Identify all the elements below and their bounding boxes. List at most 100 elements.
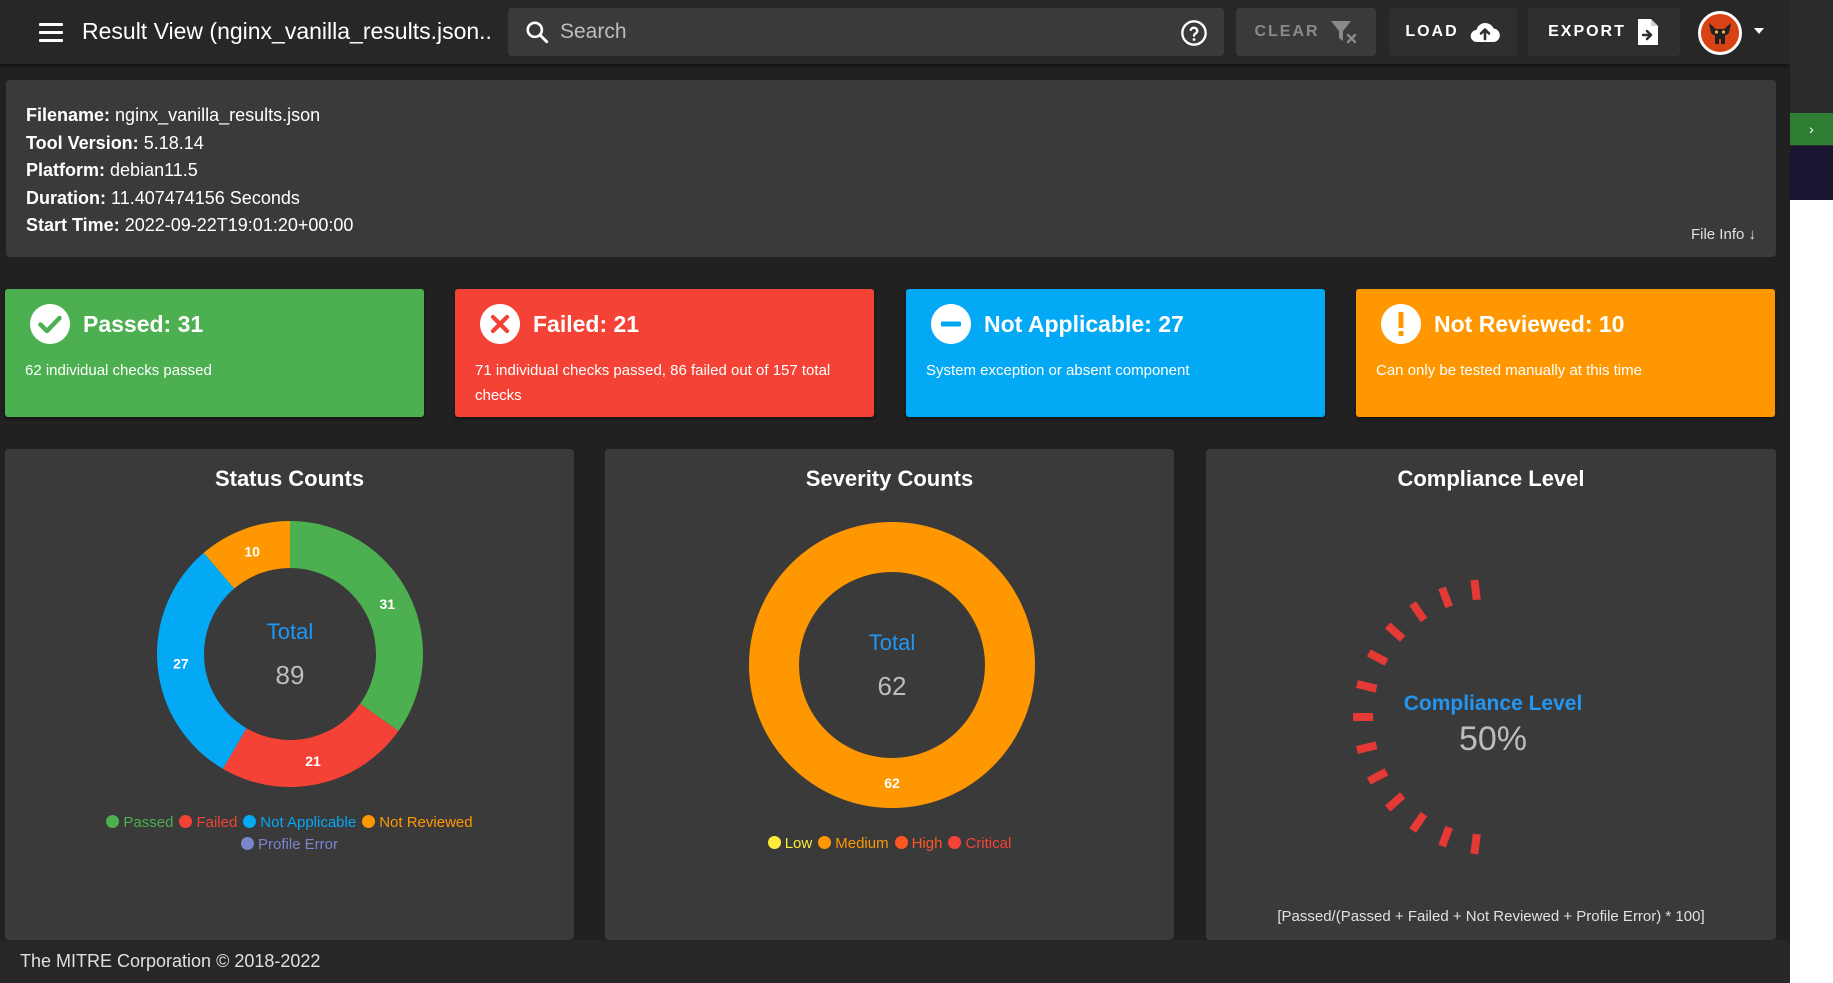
legend-dot (106, 815, 120, 828)
donut-center-value: 89 (276, 660, 305, 690)
not-applicable-card[interactable]: Not Applicable: 27 System exception or a… (906, 289, 1325, 417)
gauge-segment (1438, 825, 1453, 848)
not-reviewed-card[interactable]: Not Reviewed: 10 Can only be tested manu… (1356, 289, 1775, 417)
legend-item-critical[interactable]: Critical (948, 833, 1011, 855)
file-info-value: debian11.5 (110, 160, 198, 180)
donut-center-label: Total (267, 619, 313, 644)
legend-dot (948, 836, 962, 849)
legend-item-medium[interactable]: Medium (818, 833, 889, 855)
close-circle-icon (480, 304, 520, 344)
gauge-segment (1438, 586, 1453, 609)
failed-card-description: 71 individual checks passed, 86 failed o… (475, 362, 831, 404)
file-info-row-tool-version: Tool Version: 5.18.14 (26, 130, 353, 158)
file-info-toggle[interactable]: File Info ↓ (1691, 226, 1756, 243)
donut-slice-medium[interactable] (749, 522, 1035, 808)
status-donut-chart: 31 21 27 10 Total 89 (157, 521, 423, 787)
minus-circle-icon (931, 304, 971, 344)
file-info-label: Duration: (26, 187, 106, 208)
file-info-panel: Filename: nginx_vanilla_results.json Too… (6, 80, 1776, 257)
legend-item-profile-error[interactable]: Profile Error (240, 834, 339, 856)
compliance-formula: [Passed/(Passed + Failed + Not Reviewed … (1277, 908, 1705, 925)
clear-filters-button[interactable]: CLEAR (1236, 8, 1376, 56)
failed-card[interactable]: Failed: 21 71 individual checks passed, … (455, 289, 874, 417)
not-applicable-card-description: System exception or absent component (926, 362, 1190, 379)
severity-counts-panel: Severity Counts 62 Total 62 Low Medium High C… (605, 449, 1174, 940)
legend-label: Passed (123, 814, 174, 831)
file-info-row-duration: Duration: 11.407474156 Seconds (26, 185, 353, 213)
donut-center-label: Total (869, 630, 915, 655)
legend-label: Not Applicable (260, 814, 357, 831)
passed-card-description: 62 individual checks passed (25, 362, 212, 379)
legend-item-passed[interactable]: Passed (106, 812, 173, 834)
load-button[interactable]: LOAD (1389, 8, 1517, 56)
file-info-value: 11.407474156 Seconds (111, 187, 300, 208)
help-icon[interactable] (1180, 19, 1208, 47)
footer: The MITRE Corporation © 2018-2022 (0, 940, 1790, 983)
legend-dot (818, 836, 832, 849)
user-avatar[interactable] (1698, 11, 1742, 55)
file-info-value: nginx_vanilla_results.json (115, 105, 321, 125)
compliance-gauge: Compliance Level 50% (1353, 579, 1583, 855)
top-app-bar: Result View (nginx_vanilla_results.json.… (0, 0, 1790, 64)
legend-item-not-applicable[interactable]: Not Applicable (243, 812, 356, 834)
adjacent-window-edge: › (1790, 0, 1833, 200)
side-expand-button[interactable]: › (1790, 113, 1833, 145)
legend-label: Low (784, 835, 813, 852)
gauge-segment (1366, 768, 1389, 785)
gauge-segment (1409, 601, 1428, 623)
load-button-label: LOAD (1405, 23, 1459, 40)
file-info-label: Tool Version: (26, 132, 139, 153)
donut-slice-failed[interactable] (222, 703, 399, 787)
check-circle-icon (30, 304, 70, 344)
file-info-label: Filename: (26, 105, 111, 125)
passed-card[interactable]: Passed: 31 62 individual checks passed (5, 289, 424, 417)
donut-center-value: 62 (878, 671, 907, 701)
status-counts-panel: Status Counts 31 21 27 10 Total 89 Passed Fail… (5, 449, 574, 940)
gauge-segment (1385, 792, 1406, 812)
legend-item-high[interactable]: High (894, 833, 943, 855)
legend-dot (767, 836, 781, 849)
compliance-gauge-label: Compliance Level (1404, 692, 1583, 715)
hamburger-menu-icon[interactable] (32, 14, 70, 50)
legend-label: Medium (835, 835, 889, 852)
not-reviewed-card-description: Can only be tested manually at this time (1376, 362, 1642, 379)
search-input[interactable] (560, 18, 1120, 46)
file-info-value: 2022-09-22T19:01:20+00:00 (124, 215, 354, 235)
compliance-level-panel: Compliance Level Compliance Level 50% [Pa… (1206, 449, 1776, 940)
legend-dot (894, 836, 908, 849)
page-title: Result View (nginx_vanilla_results.json.… (82, 18, 492, 44)
footer-copyright: The MITRE Corporation © 2018-2022 (20, 951, 321, 971)
export-button[interactable]: EXPORT (1528, 8, 1680, 56)
severity-donut-chart: 62 Total 62 (749, 522, 1035, 808)
legend-label: Profile Error (257, 836, 339, 853)
search-bar (508, 8, 1224, 56)
donut-data-label: 31 (380, 596, 396, 612)
legend-item-failed[interactable]: Failed (179, 812, 237, 834)
legend-dot (362, 815, 376, 828)
status-legend: Passed Failed Not Applicable Not Reviewed Pr… (5, 812, 574, 856)
gauge-segment (1385, 622, 1406, 642)
gauge-segment (1356, 680, 1378, 693)
filter-remove-icon (1330, 21, 1356, 44)
legend-item-low[interactable]: Low (767, 833, 813, 855)
file-info-rows: Filename: nginx_vanilla_results.json Too… (26, 102, 353, 240)
gauge-segment (1470, 833, 1481, 855)
legend-label: Not Reviewed (379, 814, 473, 831)
cloud-upload-icon (1470, 22, 1500, 43)
app-window: Result View (nginx_vanilla_results.json.… (0, 0, 1790, 983)
alert-circle-icon (1381, 304, 1421, 344)
file-info-value: 5.18.14 (143, 132, 204, 153)
chevron-down-icon[interactable] (1754, 28, 1764, 34)
legend-item-not-reviewed[interactable]: Not Reviewed (362, 812, 473, 834)
export-button-label: EXPORT (1548, 23, 1626, 40)
search-icon (526, 21, 549, 44)
file-info-row-platform: Platform: debian11.5 (26, 157, 353, 185)
file-info-row-start-time: Start Time: 2022-09-22T19:01:20+00:00 (26, 212, 353, 240)
gauge-segment (1470, 579, 1481, 601)
gauge-segment (1409, 811, 1428, 833)
legend-dot (243, 815, 257, 828)
side-dark-region (1790, 146, 1833, 200)
legend-dot (240, 837, 254, 850)
gauge-segment (1356, 741, 1378, 754)
legend-label: High (911, 835, 943, 852)
